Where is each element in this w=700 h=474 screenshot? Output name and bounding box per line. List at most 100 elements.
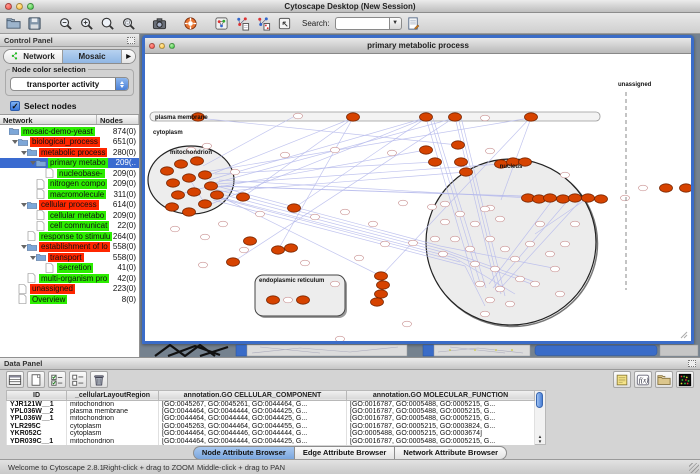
- control-panel-tabstrip: NetworkMosaic▶: [3, 49, 136, 64]
- folder-icon: [18, 137, 28, 147]
- tree-row[interactable]: cell communicat22(0): [0, 221, 139, 232]
- disclosure-triangle-icon[interactable]: [20, 244, 27, 249]
- node-color-select[interactable]: transporter activity: [10, 77, 129, 91]
- tree-row-label: primary metabo: [48, 158, 108, 168]
- file-icon: [36, 221, 46, 231]
- attribute-browser-tabs: Node Attribute BrowserEdge Attribute Bro…: [0, 446, 700, 459]
- annotation-icon[interactable]: [275, 14, 294, 32]
- matrix-icon[interactable]: [676, 371, 694, 388]
- select-attributes-icon[interactable]: [48, 371, 66, 388]
- control-panel-header: Control Panel: [0, 34, 139, 47]
- float-panel-icon[interactable]: [127, 37, 135, 44]
- tree-column-nodes[interactable]: Nodes: [97, 115, 139, 124]
- tree-row[interactable]: response to stimulu264(0): [0, 231, 139, 242]
- tree-row-label: establishment of lo: [39, 242, 110, 252]
- vizmapper-icon[interactable]: [212, 14, 231, 32]
- svg-text:endoplasmic reticulum: endoplasmic reticulum: [259, 278, 324, 284]
- search-index-icon[interactable]: [404, 14, 423, 32]
- select-stepper-icon: [115, 78, 128, 90]
- tree-row-label: metabolic process: [39, 148, 107, 158]
- table-column-header[interactable]: _cellularLayoutRegion: [67, 390, 159, 400]
- unselect-attributes-icon[interactable]: [69, 371, 87, 388]
- disclosure-triangle-icon[interactable]: [11, 139, 18, 144]
- tree-row[interactable]: macromolecule311(0): [0, 189, 139, 200]
- tree-row[interactable]: primary metabo209(..: [0, 158, 139, 169]
- table-scrollbar[interactable]: ▲▼: [535, 390, 546, 446]
- open-icon[interactable]: [4, 14, 23, 32]
- status-message: Middle-click + drag to PAN: [197, 463, 285, 472]
- table-column-header[interactable]: ID: [7, 390, 67, 400]
- table-column-header[interactable]: annotation.GO CELLULAR_COMPONENT: [159, 390, 347, 400]
- tree-row-label: biological_process: [30, 137, 100, 147]
- disclosure-triangle-icon[interactable]: [29, 255, 36, 260]
- disclosure-triangle-icon[interactable]: [29, 160, 36, 165]
- tab-network[interactable]: Network: [4, 50, 63, 63]
- network-desktop: primary metabolic process plasma membran…: [140, 34, 700, 357]
- snapshot-icon[interactable]: [150, 14, 169, 32]
- tab-edge-attribute-browser[interactable]: Edge Attribute Browser: [294, 446, 394, 460]
- table-cell: YPL036W__1: [7, 415, 67, 423]
- tree-row[interactable]: multi-organism pro42(0): [0, 273, 139, 284]
- tree-row[interactable]: cellular process614(0): [0, 200, 139, 211]
- table-row[interactable]: YDR039C__1mitochondrion[GO:0044464, GO:0…: [7, 438, 535, 446]
- tree-row[interactable]: metabolic process280(0): [0, 147, 139, 158]
- search-dropdown-button[interactable]: ▼: [389, 17, 402, 30]
- disclosure-triangle-icon[interactable]: [20, 150, 27, 155]
- notes-icon[interactable]: [613, 371, 631, 388]
- table-row[interactable]: YLR295Ccytoplasm[GO:0045263, GO:0044464,…: [7, 423, 535, 431]
- new-attribute-icon[interactable]: [27, 371, 45, 388]
- tab-node-attribute-browser[interactable]: Node Attribute Browser: [193, 446, 294, 460]
- tree-row[interactable]: biological_process651(0): [0, 137, 139, 148]
- network-tree-header: Network Nodes: [0, 114, 139, 125]
- tab-overflow-button[interactable]: ▶: [122, 50, 135, 63]
- attribute-table[interactable]: ID_cellularLayoutRegionannotation.GO CEL…: [6, 390, 535, 446]
- float-panel-icon[interactable]: [688, 360, 696, 367]
- table-row[interactable]: YKR052Ccytoplasm[GO:0044464, GO:0044446,…: [7, 430, 535, 438]
- network-canvas[interactable]: plasma membranecytoplasmmitochondrionnuc…: [145, 54, 691, 341]
- zoom-fit-icon[interactable]: [98, 14, 117, 32]
- merge-network-icon[interactable]: [254, 14, 273, 32]
- tree-row[interactable]: cellular metabo209(0): [0, 210, 139, 221]
- table-row[interactable]: YPL036W__2plasma membrane[GO:0044464, GO…: [7, 408, 535, 416]
- network-view-titlebar[interactable]: primary metabolic process: [145, 38, 691, 54]
- disclosure-triangle-icon[interactable]: [20, 202, 27, 207]
- edit-network-icon[interactable]: [233, 14, 252, 32]
- tab-mosaic[interactable]: Mosaic: [63, 50, 122, 63]
- tree-row[interactable]: establishment of lo558(0): [0, 242, 139, 253]
- attribute-table-icon[interactable]: [6, 371, 24, 388]
- tree-row-label: nucleobase-: [57, 169, 105, 179]
- tree-row[interactable]: mosaic-demo-yeast874(0): [0, 126, 139, 137]
- tree-row-count: 209(0): [113, 169, 136, 178]
- zoom-in-icon[interactable]: [77, 14, 96, 32]
- tree-row[interactable]: transport558(0): [0, 252, 139, 263]
- zoom-out-icon[interactable]: [56, 14, 75, 32]
- formula-icon[interactable]: f(x): [634, 371, 652, 388]
- scrollbar-arrows-icon[interactable]: ▲▼: [535, 434, 545, 444]
- delete-attribute-icon[interactable]: [90, 371, 108, 388]
- save-icon[interactable]: [25, 14, 44, 32]
- resize-grip-icon[interactable]: [689, 463, 699, 473]
- tree-row[interactable]: Overview8(0): [0, 294, 139, 305]
- search-input[interactable]: [335, 17, 389, 30]
- table-cell: YPL036W__2: [7, 408, 67, 416]
- select-nodes-checkbox[interactable]: ✓: [10, 101, 20, 111]
- tab-network-attribute-browser[interactable]: Network Attribute Browser: [394, 446, 507, 460]
- import-icon[interactable]: [655, 371, 673, 388]
- help-icon[interactable]: [181, 14, 200, 32]
- tree-row[interactable]: nitrogen compo209(0): [0, 179, 139, 190]
- tree-row-label: macromolecule: [48, 190, 106, 200]
- tree-column-network[interactable]: Network: [0, 115, 97, 124]
- scrollbar-thumb[interactable]: [536, 392, 543, 408]
- tree-row[interactable]: unassigned223(0): [0, 284, 139, 295]
- zoom-selected-icon[interactable]: [119, 14, 138, 32]
- tree-row[interactable]: secretion41(0): [0, 263, 139, 274]
- table-cell: mitochondrion: [67, 415, 159, 423]
- table-row[interactable]: YPL036W__1mitochondrion[GO:0044464, GO:0…: [7, 415, 535, 423]
- table-row[interactable]: YJR121W__1mitochondrion[GO:0045267, GO:0…: [7, 400, 535, 408]
- table-column-header[interactable]: annotation.GO MOLECULAR_FUNCTION: [347, 390, 535, 400]
- tree-row[interactable]: nucleobase- 209(0): [0, 168, 139, 179]
- table-cell: [GO:0044464, GO:0044446, GO:0044444, G..…: [159, 430, 347, 438]
- tree-row-label: nitrogen compo: [48, 179, 107, 189]
- tree-row-label: multi-organism pro: [39, 274, 109, 284]
- tree-row-label: cellular metabo: [48, 211, 106, 221]
